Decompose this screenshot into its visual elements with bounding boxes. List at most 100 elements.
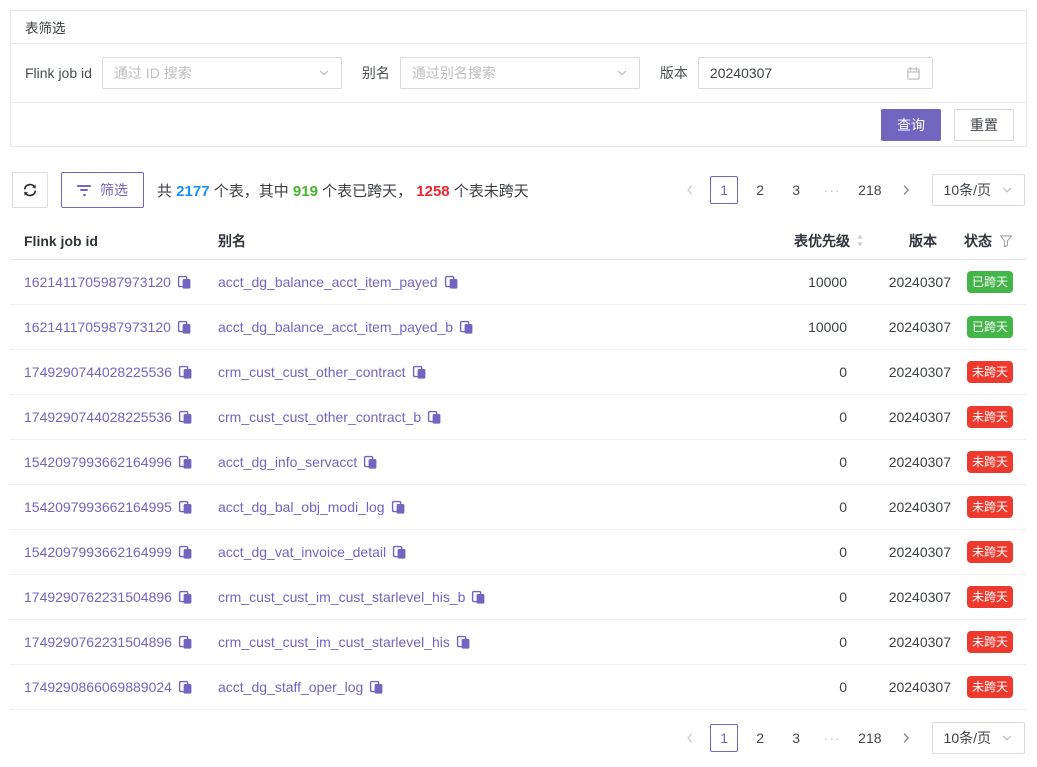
table-row: 1749290762231504896 crm_cust_cust_im_cus… — [10, 620, 1027, 665]
status-badge: 未跨天 — [967, 586, 1013, 608]
filter-card-title: 表筛选 — [11, 11, 1026, 44]
refresh-button[interactable] — [12, 172, 48, 208]
alias-link[interactable]: acct_dg_balance_acct_item_payed — [218, 274, 438, 290]
refresh-icon — [22, 182, 38, 198]
copy-icon[interactable] — [178, 410, 193, 425]
copy-icon[interactable] — [459, 320, 474, 335]
table-row: 1542097993662164995 acct_dg_bal_obj_modi… — [10, 485, 1027, 530]
priority-value: 0 — [793, 589, 865, 605]
version-label: 版本 — [660, 63, 688, 83]
page-size-select[interactable]: 10条/页 — [932, 174, 1025, 206]
crossed-count: 919 — [293, 183, 318, 200]
page-number[interactable]: 3 — [782, 724, 810, 752]
job-id-link[interactable]: 1621411705987973120 — [24, 274, 171, 290]
sorter-icon[interactable] — [855, 233, 865, 248]
copy-icon[interactable] — [444, 275, 459, 290]
copy-icon[interactable] — [178, 545, 193, 560]
alias-link[interactable]: crm_cust_cust_other_contract_b — [218, 409, 421, 425]
reset-button[interactable]: 重置 — [954, 109, 1014, 141]
copy-icon[interactable] — [178, 635, 193, 650]
copy-icon[interactable] — [177, 275, 192, 290]
alias-link[interactable]: crm_cust_cust_im_cust_starlevel_his_b — [218, 589, 465, 605]
priority-value: 0 — [793, 454, 865, 470]
flink-job-id-label: Flink job id — [25, 65, 92, 81]
version-value: 20240307 — [865, 409, 953, 425]
search-button[interactable]: 查询 — [881, 109, 941, 141]
table-row: 1621411705987973120 acct_dg_balance_acct… — [10, 305, 1027, 350]
filter-fields-row: Flink job id 通过 ID 搜索 别名 通过别名搜索 版本 20240… — [11, 44, 1026, 103]
page-size-value: 10条/页 — [944, 180, 991, 200]
alias-link[interactable]: acct_dg_vat_invoice_detail — [218, 544, 386, 560]
page-size-value: 10条/页 — [944, 728, 991, 748]
copy-icon[interactable] — [456, 635, 471, 650]
chevron-right-icon — [900, 732, 912, 744]
page-number[interactable]: ··· — [818, 724, 846, 752]
chevron-down-icon — [1001, 732, 1013, 744]
col-header-alias: 别名 — [218, 231, 793, 251]
priority-value: 0 — [793, 409, 865, 425]
version-value: 20240307 — [865, 364, 953, 380]
page-number[interactable]: 218 — [854, 176, 885, 204]
job-id-link[interactable]: 1542097993662164999 — [24, 544, 172, 560]
copy-icon[interactable] — [178, 500, 193, 515]
page-number[interactable]: 2 — [746, 724, 774, 752]
copy-icon[interactable] — [392, 545, 407, 560]
page-number[interactable]: 2 — [746, 176, 774, 204]
copy-icon[interactable] — [391, 500, 406, 515]
table-row: 1621411705987973120 acct_dg_balance_acct… — [10, 260, 1027, 305]
filter-button[interactable]: 筛选 — [61, 172, 144, 208]
job-id-link[interactable]: 1621411705987973120 — [24, 319, 171, 335]
page-list: 123 ··· 218 — [710, 176, 885, 204]
alias-link[interactable]: crm_cust_cust_other_contract — [218, 364, 406, 380]
status-badge: 未跨天 — [967, 406, 1013, 428]
copy-icon[interactable] — [412, 365, 427, 380]
status-badge: 未跨天 — [967, 361, 1013, 383]
col-header-priority[interactable]: 表优先级 — [793, 231, 865, 251]
page-number[interactable]: 218 — [854, 724, 885, 752]
copy-icon[interactable] — [178, 680, 193, 695]
alias-link[interactable]: acct_dg_bal_obj_modi_log — [218, 499, 385, 515]
copy-icon[interactable] — [178, 590, 193, 605]
page-size-select[interactable]: 10条/页 — [932, 722, 1025, 754]
flink-job-id-select[interactable]: 通过 ID 搜索 — [102, 57, 342, 89]
copy-icon[interactable] — [471, 590, 486, 605]
alias-link[interactable]: acct_dg_staff_oper_log — [218, 679, 363, 695]
filter-funnel-icon[interactable] — [999, 234, 1013, 248]
bottom-bar: 123 ··· 218 10条/页 — [10, 722, 1027, 754]
prev-page-button[interactable] — [678, 176, 702, 204]
job-id-link[interactable]: 1542097993662164995 — [24, 499, 172, 515]
alias-label: 别名 — [362, 63, 390, 83]
job-id-link[interactable]: 1749290762231504896 — [24, 634, 172, 650]
page-number[interactable]: 1 — [710, 176, 738, 204]
job-id-link[interactable]: 1542097993662164996 — [24, 454, 172, 470]
version-date-input[interactable]: 20240307 — [698, 57, 933, 89]
prev-page-button[interactable] — [678, 724, 702, 752]
next-page-button[interactable] — [894, 176, 918, 204]
col-header-status: 状态 — [953, 231, 1013, 251]
chevron-down-icon — [1001, 184, 1013, 196]
copy-icon[interactable] — [178, 365, 193, 380]
copy-icon[interactable] — [178, 455, 193, 470]
alias-select[interactable]: 通过别名搜索 — [400, 57, 640, 89]
copy-icon[interactable] — [177, 320, 192, 335]
copy-icon[interactable] — [369, 680, 384, 695]
page-number[interactable]: 3 — [782, 176, 810, 204]
next-page-button[interactable] — [894, 724, 918, 752]
filter-button-label: 筛选 — [100, 180, 128, 200]
alias-placeholder: 通过别名搜索 — [412, 63, 496, 83]
version-value: 20240307 — [865, 274, 953, 290]
alias-link[interactable]: acct_dg_info_servacct — [218, 454, 357, 470]
job-id-link[interactable]: 1749290762231504896 — [24, 589, 172, 605]
copy-icon[interactable] — [427, 410, 442, 425]
job-id-link[interactable]: 1749290744028225536 — [24, 364, 172, 380]
alias-link[interactable]: crm_cust_cust_im_cust_starlevel_his — [218, 634, 450, 650]
job-id-link[interactable]: 1749290744028225536 — [24, 409, 172, 425]
alias-link[interactable]: acct_dg_balance_acct_item_payed_b — [218, 319, 453, 335]
table-body: 1621411705987973120 acct_dg_balance_acct… — [10, 260, 1027, 710]
job-id-link[interactable]: 1749290866069889024 — [24, 679, 172, 695]
page-number[interactable]: 1 — [710, 724, 738, 752]
table-row: 1542097993662164996 acct_dg_info_servacc… — [10, 440, 1027, 485]
page-number[interactable]: ··· — [818, 176, 846, 204]
copy-icon[interactable] — [363, 455, 378, 470]
field-alias: 别名 通过别名搜索 — [362, 57, 640, 89]
